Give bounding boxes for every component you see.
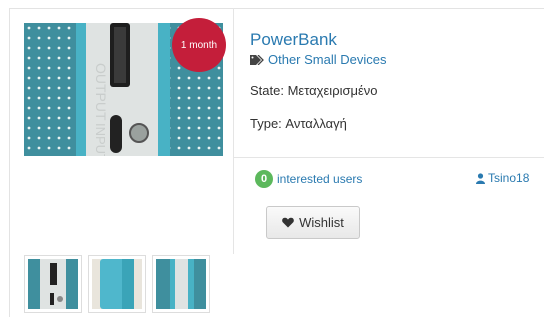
listing-title[interactable]: PowerBank	[250, 30, 337, 50]
category-link[interactable]: Other Small Devices	[250, 52, 386, 67]
type-value: Ανταλλαγή	[285, 116, 347, 131]
type-label: Type:	[250, 116, 282, 131]
age-badge: 1 month	[172, 18, 226, 72]
state-label: State:	[250, 83, 284, 98]
interested-label: interested users	[277, 172, 363, 186]
type-row: Type: Ανταλλαγή	[250, 116, 347, 131]
wishlist-label: Wishlist	[299, 215, 344, 230]
heart-icon	[282, 217, 294, 228]
wishlist-button[interactable]: Wishlist	[266, 206, 360, 239]
thumbnail-2[interactable]	[88, 255, 146, 313]
thumbnail-3[interactable]	[152, 255, 210, 313]
thumbnail-image	[156, 259, 206, 309]
category-label: Other Small Devices	[268, 52, 387, 67]
svg-text:INPUT: INPUT	[93, 123, 108, 156]
tags-icon	[250, 54, 264, 65]
svg-text:OUTPUT: OUTPUT	[93, 63, 109, 121]
thumbnail-1[interactable]	[24, 255, 82, 313]
user-icon	[476, 172, 485, 184]
column-divider	[233, 8, 234, 254]
thumbnail-image	[28, 259, 78, 309]
owner-link[interactable]: Tsino18	[476, 171, 529, 185]
interested-users-link[interactable]: 0 interested users	[255, 170, 362, 188]
interested-count-badge: 0	[255, 170, 273, 188]
owner-name: Tsino18	[488, 171, 530, 185]
thumbnail-image	[92, 259, 142, 309]
section-divider	[234, 157, 544, 158]
thumbnail-strip	[24, 255, 210, 313]
state-row: State: Μεταχειρισμένο	[250, 83, 378, 98]
state-value: Μεταχειρισμένο	[287, 83, 378, 98]
